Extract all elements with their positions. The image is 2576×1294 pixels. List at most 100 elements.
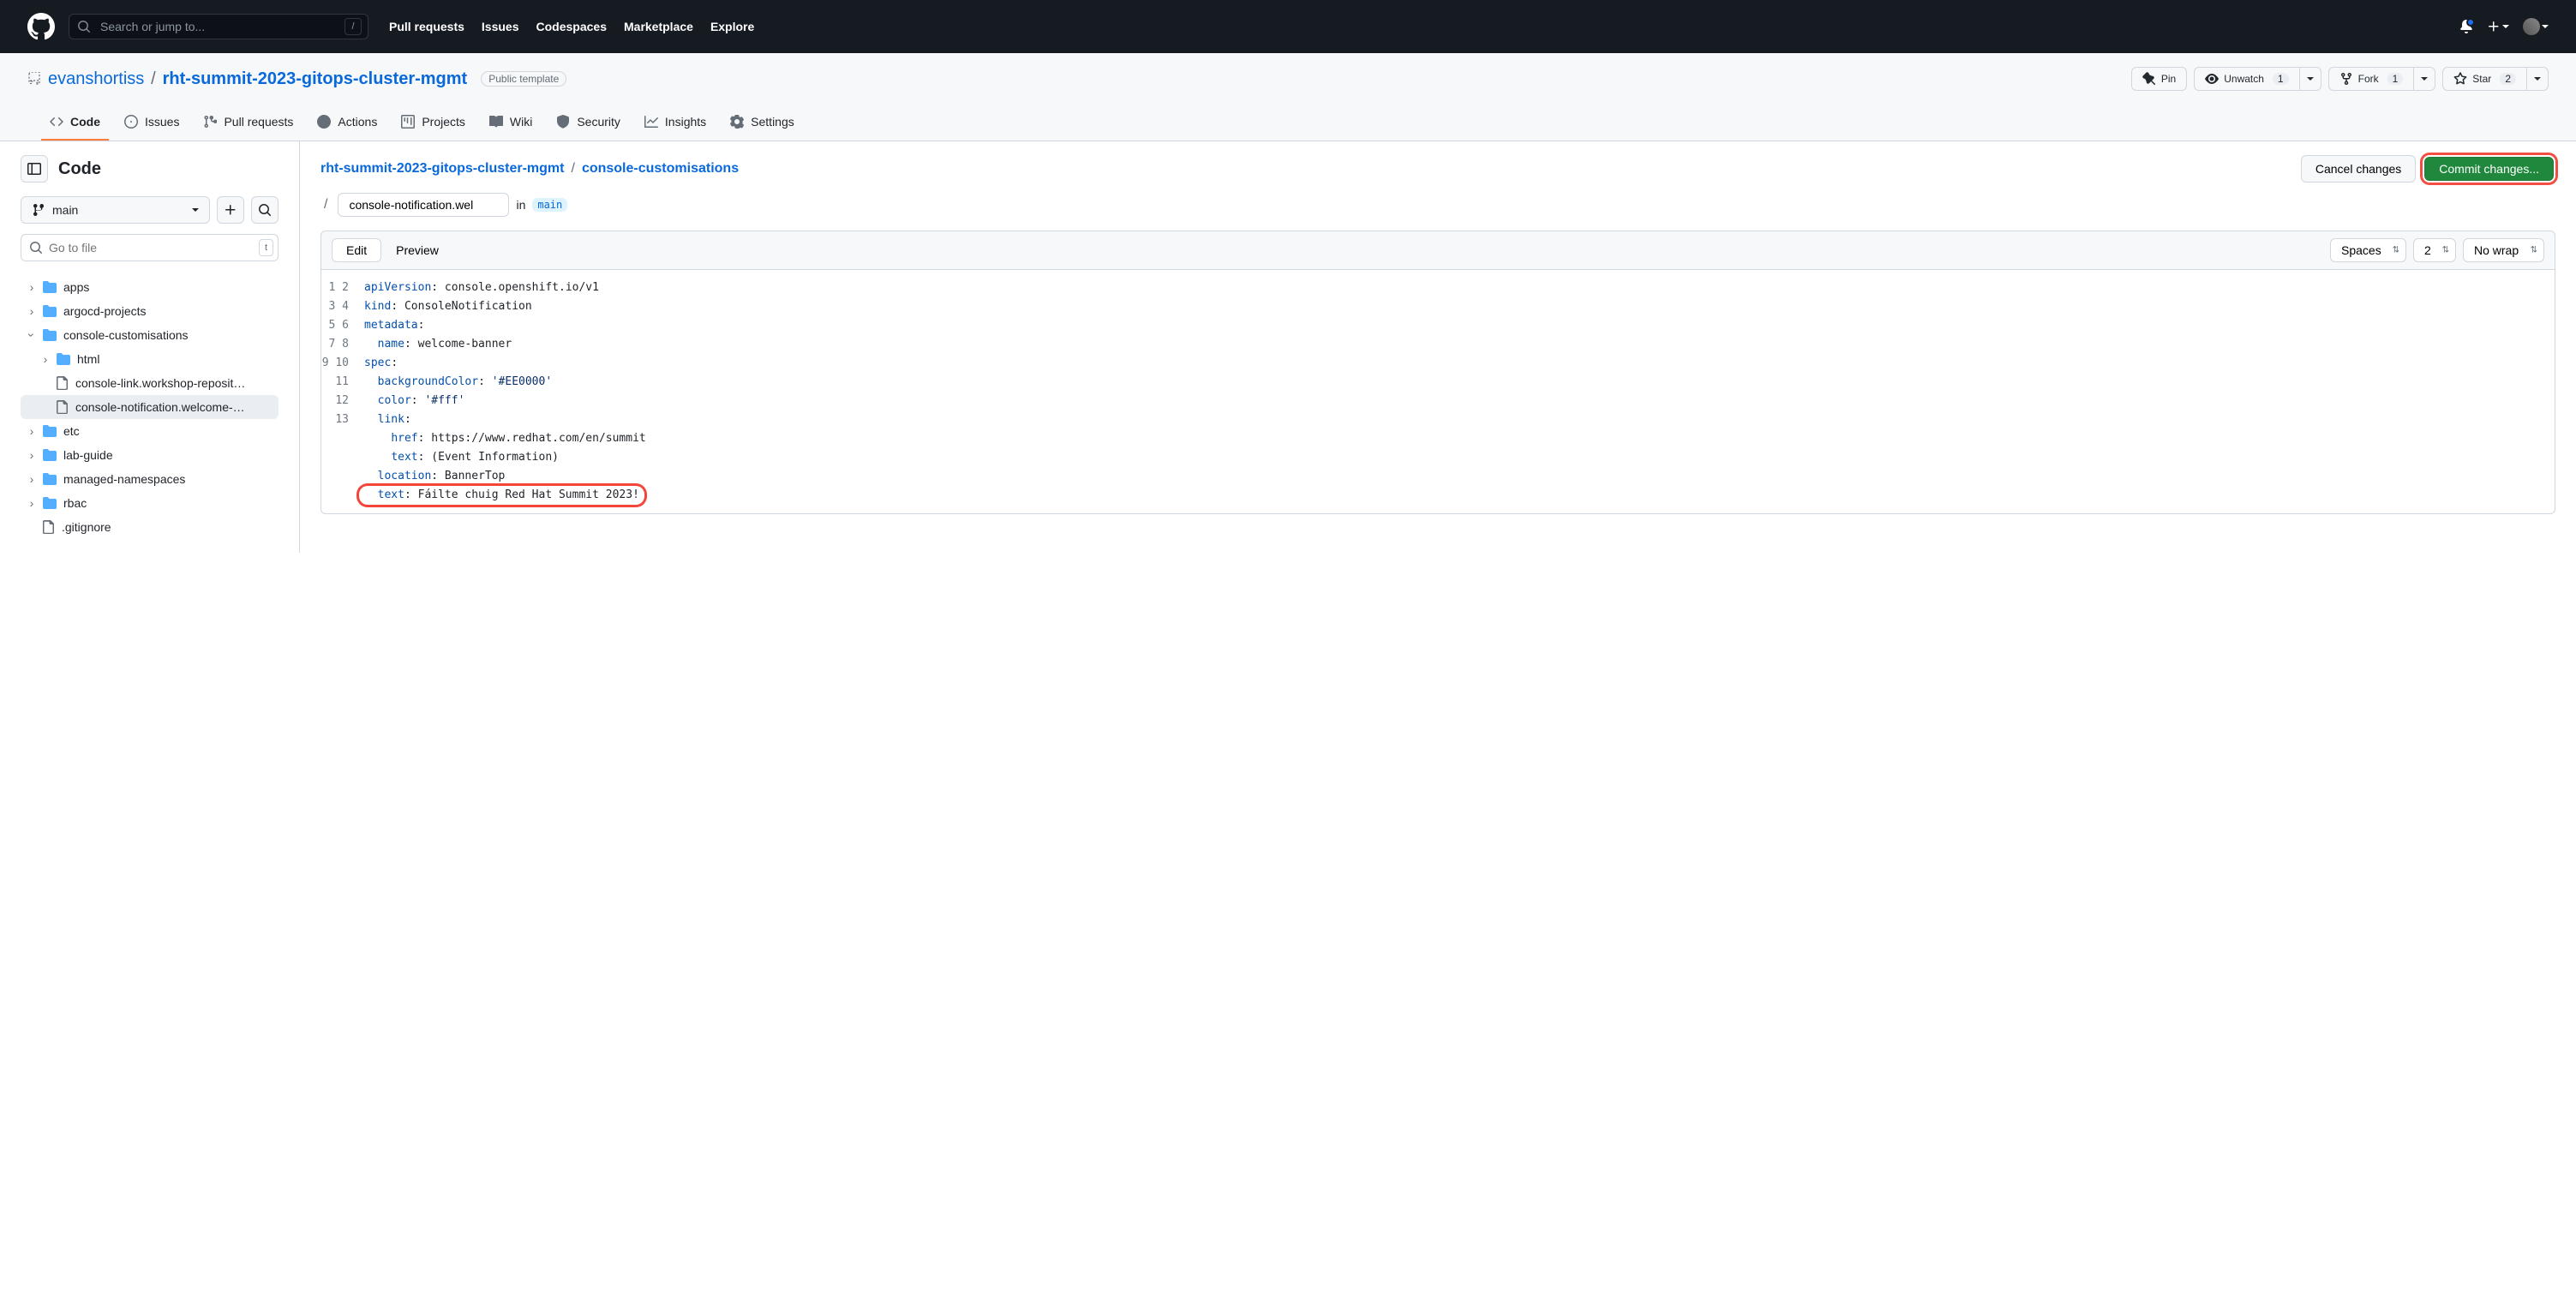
sidebar-toggle-button[interactable] [21,155,48,183]
nav-marketplace[interactable]: Marketplace [624,20,693,33]
fork-button[interactable]: Fork 1 [2328,67,2415,91]
search-files-button[interactable] [251,196,279,224]
code-content: apiVersion: console.openshift.io/v1 kind… [364,279,2555,505]
github-logo-icon[interactable] [27,13,55,40]
repo-visibility-label: Public template [481,71,566,87]
tab-label: Code [70,115,100,129]
nav-pull-requests[interactable]: Pull requests [389,20,464,33]
fork-count: 1 [2387,73,2404,85]
editor-panel: rht-summit-2023-gitops-cluster-mgmt / co… [300,141,2576,553]
file-filter-input[interactable] [21,234,279,261]
repo-path: evanshortiss / rht-summit-2023-gitops-cl… [48,69,467,89]
repo-name-link[interactable]: rht-summit-2023-gitops-cluster-mgmt [163,69,468,88]
tab-security[interactable]: Security [548,108,629,141]
star-label: Star [2472,73,2491,85]
filter-shortcut-badge: t [259,239,273,256]
tab-projects[interactable]: Projects [392,108,474,141]
unwatch-button[interactable]: Unwatch 1 [2194,67,2299,91]
star-button[interactable]: Star 2 [2442,67,2527,91]
pin-label: Pin [2161,73,2176,85]
indent-size-select[interactable]: 2 [2413,238,2456,262]
tree-folder-etc[interactable]: ›etc [21,419,279,443]
wrap-mode-select[interactable]: No wrap [2463,238,2544,262]
tab-label: Insights [665,115,706,129]
branch-tag: main [532,198,567,212]
main-layout: Code main t ›apps ›argocd-projects ›cons… [0,141,2576,553]
branch-name: main [52,203,78,217]
tree-file-link[interactable]: console-link.workshop-reposit… [21,371,279,395]
search-icon [29,241,43,255]
tab-label: Settings [751,115,794,129]
filename-input[interactable] [338,193,509,217]
tree-folder-rbac[interactable]: ›rbac [21,491,279,515]
tree-folder-argocd[interactable]: ›argocd-projects [21,299,279,323]
global-header: / Pull requests Issues Codespaces Market… [0,0,2576,53]
create-new-button[interactable] [2487,20,2509,33]
search-shortcut-badge: / [344,18,362,35]
branch-select[interactable]: main [21,196,210,224]
highlighted-line: text: Fáilte chuig Red Hat Summit 2023! [359,486,644,505]
tree-file-notification[interactable]: console-notification.welcome-… [21,395,279,419]
unwatch-dropdown[interactable] [2300,67,2321,91]
nav-explore[interactable]: Explore [710,20,754,33]
breadcrumb-root[interactable]: rht-summit-2023-gitops-cluster-mgmt [321,161,564,177]
watch-count: 1 [2273,73,2289,85]
tree-folder-console[interactable]: ›console-customisations [21,323,279,347]
fork-label: Fork [2358,73,2379,85]
search-input[interactable] [69,14,368,39]
add-file-button[interactable] [217,196,244,224]
notifications-button[interactable] [2459,20,2473,33]
unwatch-label: Unwatch [2224,73,2264,85]
watch-button-group: Unwatch 1 [2194,67,2321,91]
indent-mode-select[interactable]: Spaces [2330,238,2406,262]
tree-file-gitignore[interactable]: .gitignore [21,515,279,539]
star-dropdown[interactable] [2527,67,2549,91]
nav-issues[interactable]: Issues [482,20,519,33]
tab-code[interactable]: Code [41,108,109,141]
commit-changes-button[interactable]: Commit changes... [2424,157,2554,181]
file-tree: ›apps ›argocd-projects ›console-customis… [21,275,279,539]
header-right [2459,18,2549,35]
repo-template-icon [27,72,41,86]
repo-header: evanshortiss / rht-summit-2023-gitops-cl… [0,53,2576,141]
tab-issues[interactable]: Issues [116,108,188,141]
tab-label: Issues [145,115,179,129]
tree-folder-managed[interactable]: ›managed-namespaces [21,467,279,491]
branch-icon [32,203,45,217]
user-menu-button[interactable] [2523,18,2549,35]
cancel-changes-button[interactable]: Cancel changes [2301,155,2416,183]
tree-folder-lab[interactable]: ›lab-guide [21,443,279,467]
star-button-group: Star 2 [2442,67,2549,91]
editor-tab-preview[interactable]: Preview [381,238,453,262]
search-icon [77,20,91,33]
editor-tab-edit[interactable]: Edit [332,238,381,262]
tab-label: Wiki [510,115,532,129]
avatar [2523,18,2540,35]
pin-button[interactable]: Pin [2131,67,2187,91]
fork-dropdown[interactable] [2414,67,2435,91]
tab-pull-requests[interactable]: Pull requests [195,108,302,141]
tab-label: Actions [338,115,377,129]
breadcrumb-folder[interactable]: console-customisations [582,161,739,177]
breadcrumb: rht-summit-2023-gitops-cluster-mgmt / co… [321,155,2555,183]
tree-folder-html[interactable]: ›html [21,347,279,371]
tree-folder-apps[interactable]: ›apps [21,275,279,299]
code-editor[interactable]: 1 2 3 4 5 6 7 8 9 10 11 12 13 apiVersion… [321,270,2555,513]
tab-settings[interactable]: Settings [722,108,803,141]
tab-actions[interactable]: Actions [309,108,386,141]
editor: Edit Preview Spaces 2 No wrap 1 2 3 4 5 … [321,231,2555,514]
star-count: 2 [2500,73,2516,85]
file-filter: t [21,234,279,261]
in-label: in [516,198,525,212]
global-nav: Pull requests Issues Codespaces Marketpl… [389,20,754,33]
tab-insights[interactable]: Insights [636,108,715,141]
tab-wiki[interactable]: Wiki [481,108,541,141]
repo-owner-link[interactable]: evanshortiss [48,69,144,88]
notification-dot [2466,18,2475,27]
filename-row: / in main [321,193,2555,217]
repo-tabs: Code Issues Pull requests Actions Projec… [27,108,2549,141]
global-search: / [69,14,368,39]
repo-actions: Pin Unwatch 1 Fork 1 [2131,67,2549,91]
tab-label: Security [577,115,620,129]
nav-codespaces[interactable]: Codespaces [536,20,607,33]
